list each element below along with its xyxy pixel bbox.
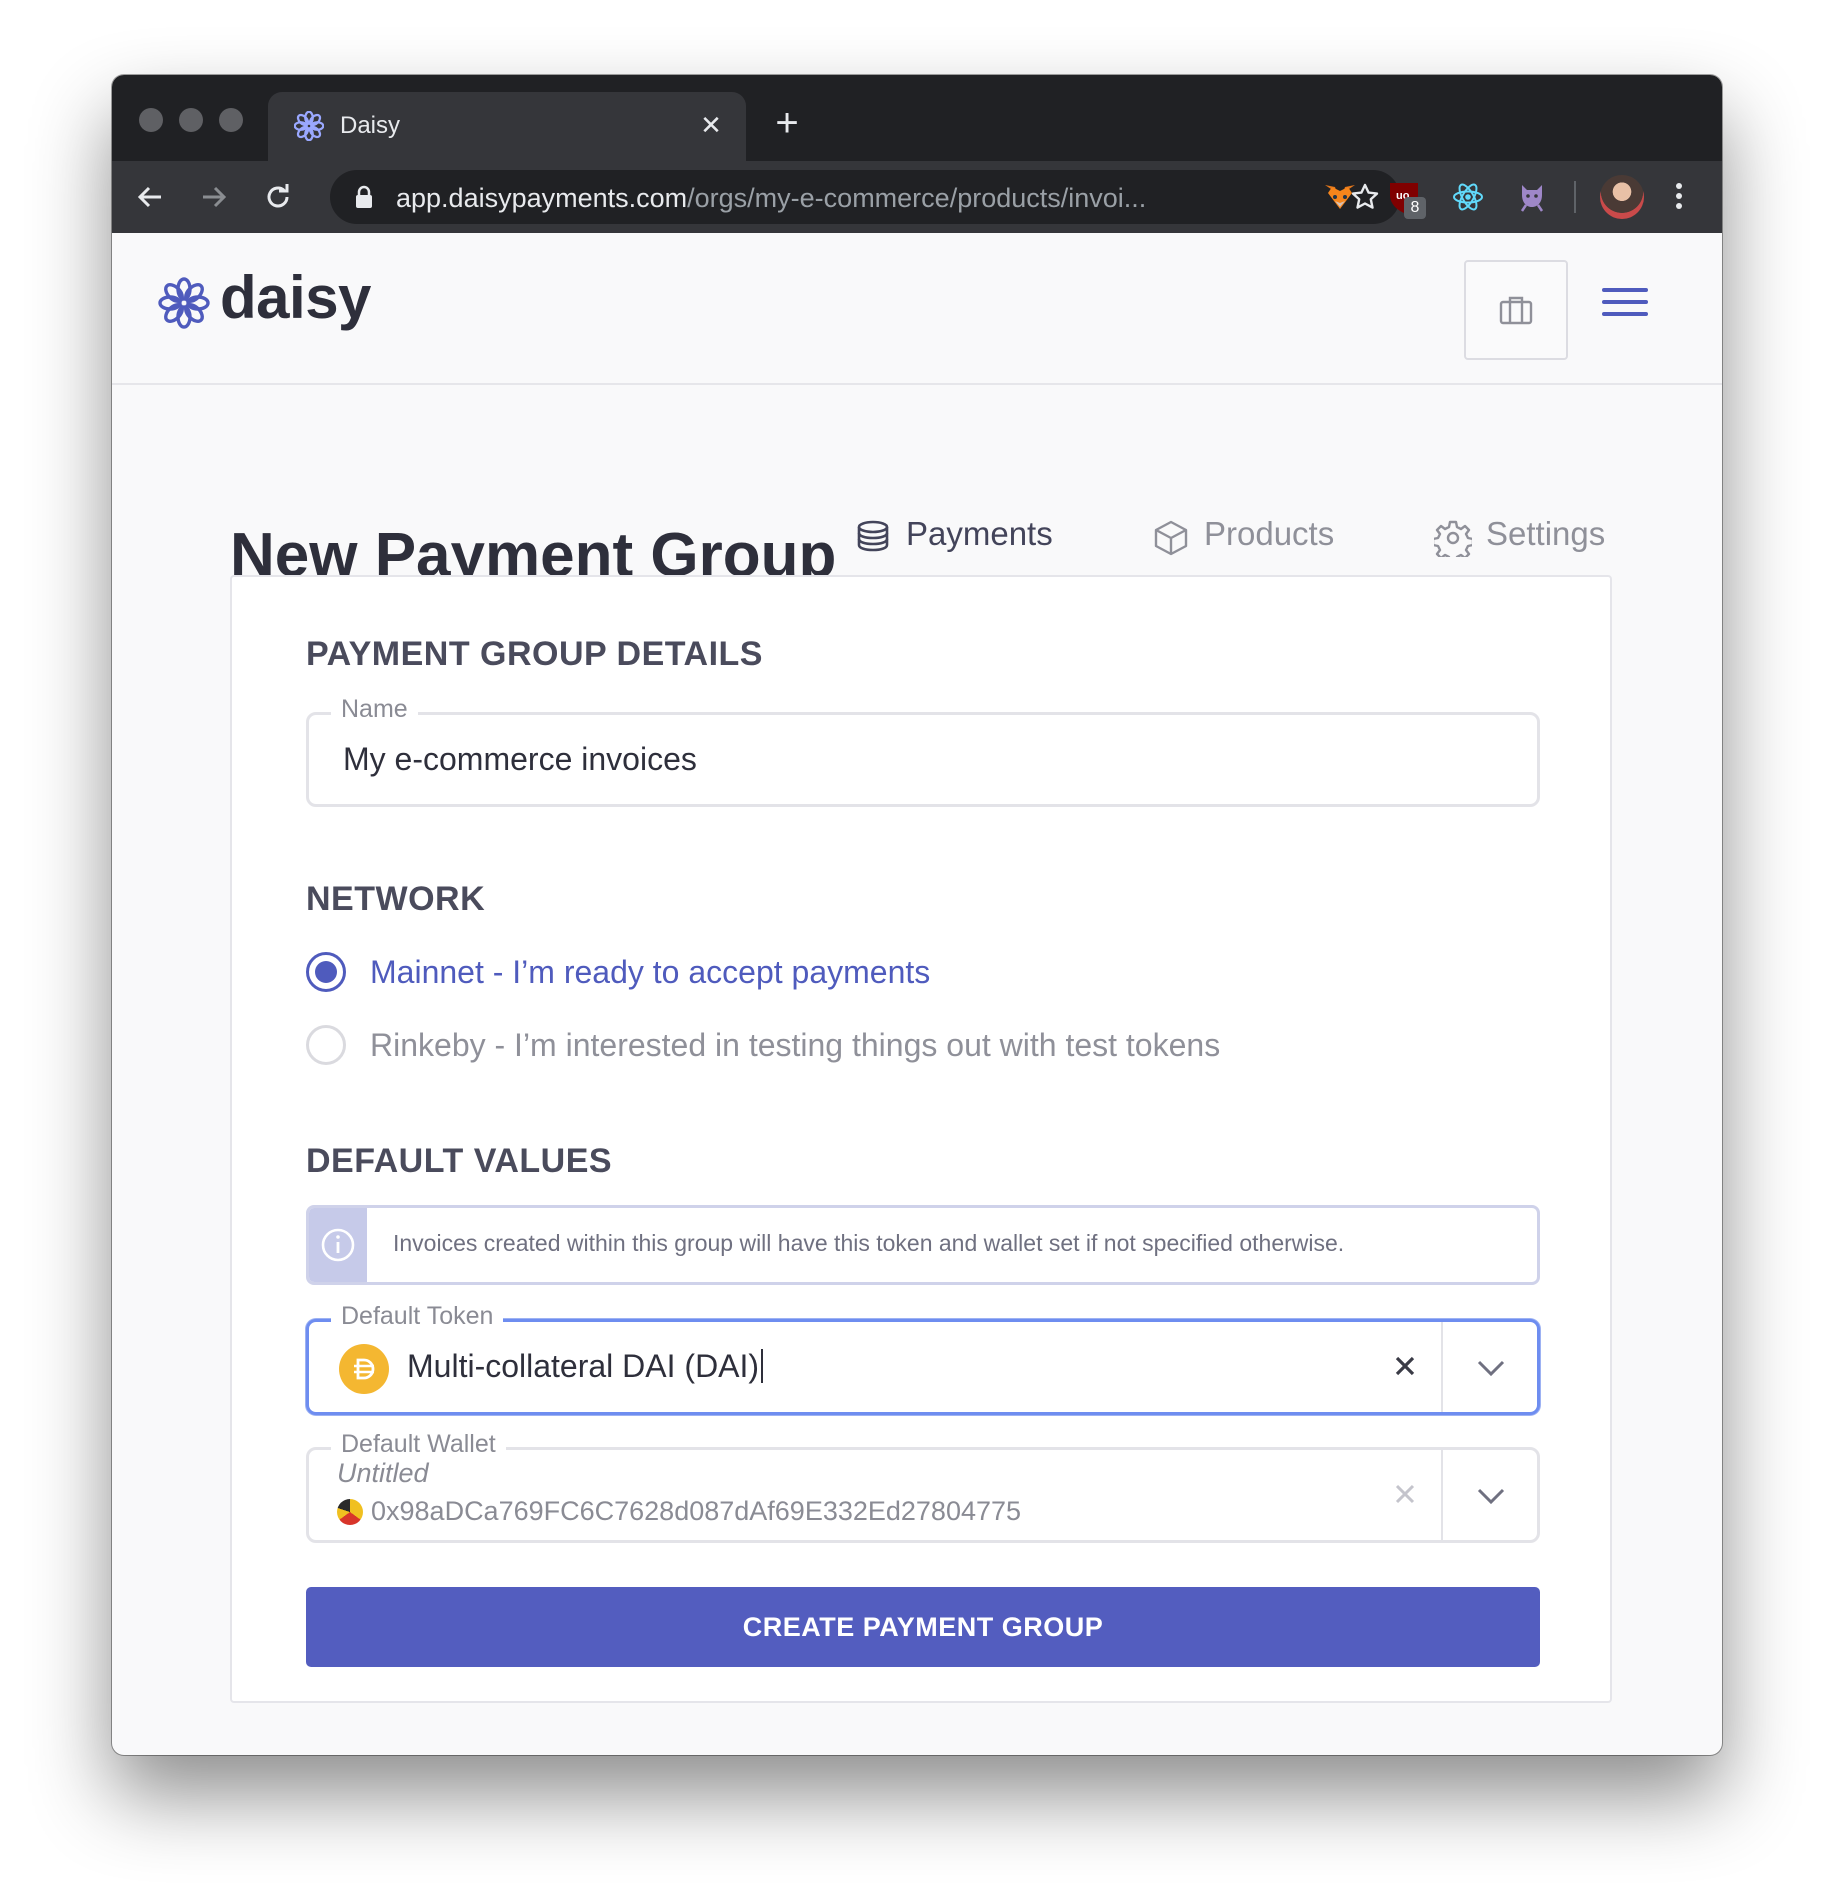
app-header: daisy xyxy=(112,233,1722,385)
wallet-name: Untitled xyxy=(337,1458,429,1488)
organization-button[interactable] xyxy=(1464,260,1568,360)
tab-title: Daisy xyxy=(340,112,401,139)
section-title-details: PAYMENT GROUP DETAILS xyxy=(306,635,763,673)
arrow-left-icon xyxy=(137,186,161,208)
dropdown-divider xyxy=(1441,1322,1443,1412)
network-option-rinkeby[interactable]: Rinkeby - I’m interested in testing thin… xyxy=(306,1025,1220,1065)
url-host: app.daisypayments.com xyxy=(396,183,688,213)
dai-symbol-icon xyxy=(354,1358,375,1380)
chevron-down-icon xyxy=(1477,1488,1505,1505)
rinkeby-label: Rinkeby - I’m interested in testing thin… xyxy=(370,1026,1221,1063)
mainnet-label: Mainnet - I’m ready to accept payments xyxy=(370,953,931,990)
tab-products-label: Products xyxy=(1204,515,1335,552)
ublock-badge: 8 xyxy=(1404,197,1426,219)
hamburger-menu-icon[interactable] xyxy=(1602,288,1648,324)
lock-icon xyxy=(356,185,372,208)
name-label: Name xyxy=(331,695,418,724)
reload-button[interactable] xyxy=(256,175,300,219)
browser-window: Daisy ✕ + app.daisypayments.com/orgs/my-… xyxy=(112,75,1722,1755)
daisy-logo-icon[interactable] xyxy=(158,277,210,329)
chevron-down-icon xyxy=(1477,1360,1505,1377)
default-token-select[interactable]: Default Token Multi-collateral DAI (DAI) xyxy=(306,1302,1540,1415)
network-option-mainnet[interactable]: Mainnet - I’m ready to accept payments xyxy=(306,952,930,992)
tab-strip: Daisy ✕ + xyxy=(112,75,1722,161)
radio-mainnet[interactable] xyxy=(306,952,346,992)
token-label: Default Token xyxy=(331,1302,504,1331)
react-devtools-icon[interactable] xyxy=(1450,179,1486,215)
back-button[interactable] xyxy=(128,175,172,219)
address-bar[interactable]: app.daisypayments.com/orgs/my-e-commerce… xyxy=(330,170,1400,224)
arrow-right-icon xyxy=(203,186,227,208)
close-window-button[interactable] xyxy=(139,108,163,132)
tab-settings-label: Settings xyxy=(1486,515,1606,552)
tab-close-icon[interactable]: ✕ xyxy=(694,108,728,142)
create-payment-group-button[interactable]: CREATE PAYMENT GROUP xyxy=(306,1587,1540,1667)
info-icon xyxy=(321,1228,355,1262)
box-icon xyxy=(1154,520,1188,556)
forward-button[interactable] xyxy=(192,175,236,219)
name-input[interactable]: My e-commerce invoices xyxy=(343,741,697,778)
name-field[interactable]: Name My e-commerce invoices xyxy=(306,695,1540,807)
daisy-favicon-icon xyxy=(294,111,324,141)
minimize-window-button[interactable] xyxy=(179,108,203,132)
browser-toolbar: app.daisypayments.com/orgs/my-e-commerce… xyxy=(112,161,1722,233)
wallet-dropdown-toggle[interactable] xyxy=(1469,1476,1513,1516)
metamask-fox-icon[interactable] xyxy=(1322,179,1358,215)
clear-token-icon[interactable] xyxy=(1385,1346,1425,1386)
dropdown-divider xyxy=(1441,1450,1443,1540)
close-icon xyxy=(1395,1484,1415,1504)
github-cat-icon[interactable] xyxy=(1514,179,1550,215)
wallet-identicon-icon xyxy=(337,1498,363,1525)
gear-icon xyxy=(1434,520,1472,557)
radio-rinkeby[interactable] xyxy=(306,1025,346,1065)
profile-avatar[interactable] xyxy=(1600,175,1644,219)
new-tab-button[interactable]: + xyxy=(767,103,807,145)
wallet-label: Default Wallet xyxy=(331,1430,506,1459)
logo-text[interactable]: daisy xyxy=(220,263,371,332)
default-wallet-select[interactable]: Default Wallet Untitled 0x98aDCa769FC6C7… xyxy=(306,1430,1540,1543)
section-title-defaults: DEFAULT VALUES xyxy=(306,1142,613,1180)
text-caret xyxy=(761,1349,764,1383)
clear-wallet-icon[interactable] xyxy=(1385,1474,1425,1514)
url-text: app.daisypayments.com/orgs/my-e-commerce… xyxy=(396,183,1286,214)
briefcase-icon xyxy=(1499,296,1533,325)
token-input[interactable]: Multi-collateral DAI (DAI) xyxy=(407,1348,764,1385)
dai-token-icon xyxy=(339,1344,389,1394)
url-path: /orgs/my-e-commerce/products/invoi... xyxy=(687,183,1147,213)
reload-icon xyxy=(267,184,289,208)
maximize-window-button[interactable] xyxy=(219,108,243,132)
payment-group-form: PAYMENT GROUP DETAILS Name My e-commerce… xyxy=(230,575,1612,1703)
info-text: Invoices created within this group will … xyxy=(393,1230,1345,1256)
wallet-address-row: 0x98aDCa769FC6C7628d087dAf69E332Ed278047… xyxy=(337,1496,1021,1527)
browser-menu-icon[interactable] xyxy=(1664,179,1694,215)
toolbar-divider xyxy=(1574,181,1576,213)
tab-payments-label: Payments xyxy=(906,515,1053,552)
token-dropdown-toggle[interactable] xyxy=(1469,1348,1513,1388)
section-title-network: NETWORK xyxy=(306,880,486,918)
info-callout: Invoices created within this group will … xyxy=(306,1205,1540,1285)
token-value: Multi-collateral DAI (DAI) xyxy=(407,1348,760,1384)
ublock-icon[interactable]: uo 8 xyxy=(1386,179,1426,219)
browser-tab[interactable]: Daisy ✕ xyxy=(268,92,746,161)
close-icon xyxy=(1395,1356,1415,1376)
info-sidebar xyxy=(309,1208,367,1282)
coins-icon xyxy=(857,520,889,552)
wallet-address: 0x98aDCa769FC6C7628d087dAf69E332Ed278047… xyxy=(371,1496,1022,1526)
